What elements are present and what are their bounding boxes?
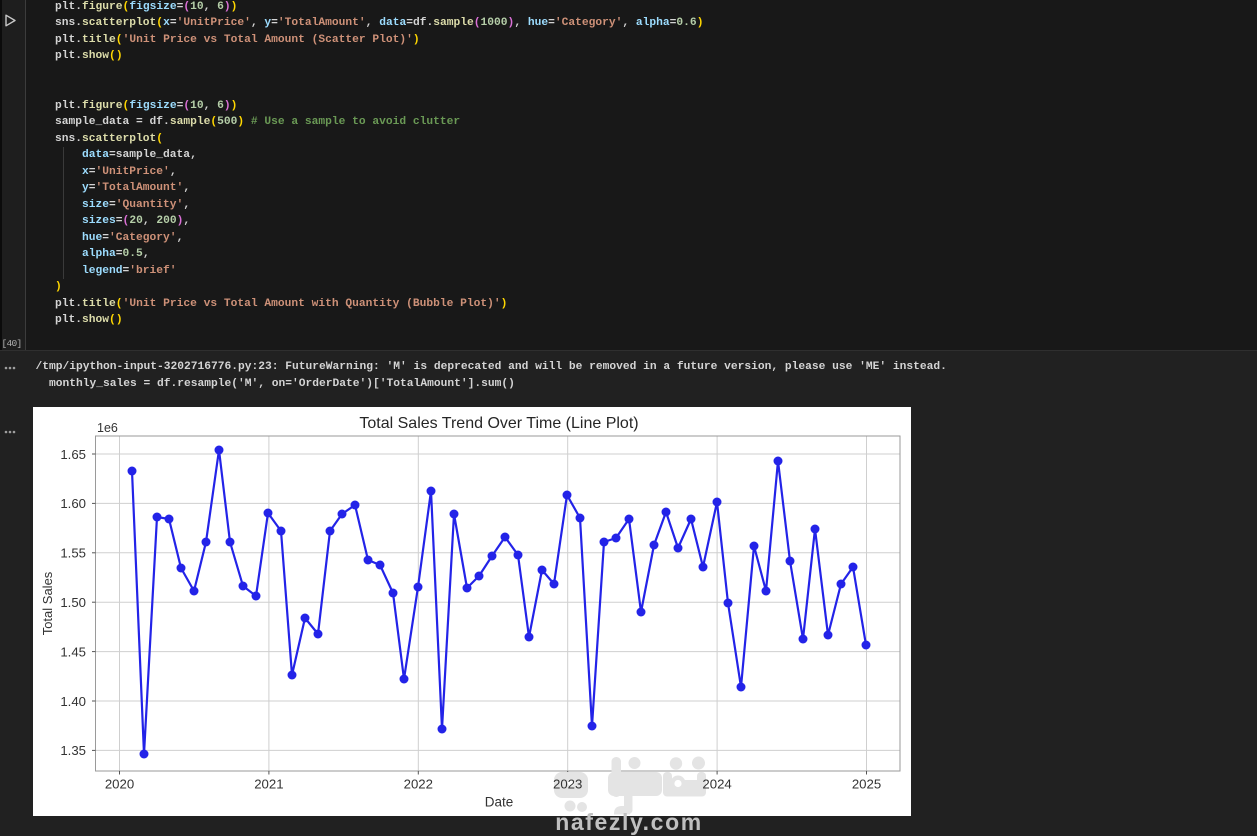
svg-text:Total Sales Trend Over Time (L: Total Sales Trend Over Time (Line Plot) xyxy=(359,415,638,432)
svg-text:2021: 2021 xyxy=(254,776,283,791)
svg-text:1.50: 1.50 xyxy=(60,595,86,610)
svg-text:Total Sales: Total Sales xyxy=(40,571,55,635)
svg-text:2020: 2020 xyxy=(105,776,134,791)
svg-text:1.45: 1.45 xyxy=(60,644,86,659)
svg-text:2025: 2025 xyxy=(852,776,881,791)
svg-text:1.35: 1.35 xyxy=(60,743,86,758)
svg-text:2022: 2022 xyxy=(404,776,433,791)
svg-text:2024: 2024 xyxy=(702,776,731,791)
svg-text:1.65: 1.65 xyxy=(60,447,86,462)
svg-text:1.55: 1.55 xyxy=(60,546,86,561)
svg-text:2023: 2023 xyxy=(553,776,582,791)
svg-text:1e6: 1e6 xyxy=(97,421,118,435)
svg-text:1.40: 1.40 xyxy=(60,694,86,709)
svg-text:1.60: 1.60 xyxy=(60,496,86,511)
svg-text:Date: Date xyxy=(485,794,514,809)
